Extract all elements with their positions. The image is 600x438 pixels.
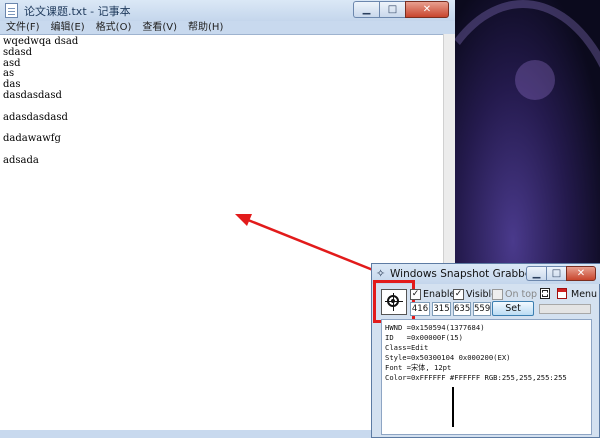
menu-help[interactable]: 帮助(H) xyxy=(183,21,228,34)
notepad-title-bar[interactable]: 论文课题.txt - 记事本 ▁ □ ✕ xyxy=(0,0,455,21)
field-bottom[interactable]: 559 xyxy=(473,302,491,316)
field-right[interactable]: 635 xyxy=(453,302,471,316)
output-line: Style=0x50300104 0x000200(EX) xyxy=(385,353,511,362)
menu-view[interactable]: 查看(V) xyxy=(137,21,182,34)
grabber-maximize-button[interactable]: □ xyxy=(546,266,566,281)
grabber-close-button[interactable]: ✕ xyxy=(566,266,596,281)
menu-window-icon[interactable] xyxy=(557,288,567,299)
annotation-highlight-box xyxy=(373,280,415,323)
output-line: ID =0x00000F(15) xyxy=(385,333,463,342)
grabber-app-icon: ✧ xyxy=(376,267,386,280)
output-line: Color=0xFFFFFF #FFFFFF RGB:255,255,255:2… xyxy=(385,373,567,382)
field-left[interactable]: 416 xyxy=(410,302,430,316)
on-top-checkbox[interactable] xyxy=(492,289,503,300)
opacity-slider[interactable] xyxy=(539,304,591,314)
enable-label: Enable xyxy=(423,289,456,300)
field-top[interactable]: 315 xyxy=(432,302,451,316)
notepad-line: as xyxy=(3,68,15,80)
menu-format[interactable]: 格式(O) xyxy=(91,21,137,34)
menu-edit[interactable]: 编辑(E) xyxy=(46,21,90,34)
wallpaper-glow xyxy=(515,60,555,100)
grabber-minimize-button[interactable]: ▁ xyxy=(526,266,546,281)
notepad-line xyxy=(3,145,443,156)
enable-checkbox[interactable]: ✓ xyxy=(410,289,421,300)
close-button[interactable]: ✕ xyxy=(405,1,449,18)
menu-file[interactable]: 文件(F) xyxy=(1,21,45,34)
notepad-line: wqedwqa dsad xyxy=(3,36,79,47)
capture-icon[interactable] xyxy=(540,288,550,299)
notepad-line: adasdasdasd xyxy=(3,111,68,123)
grabber-caption-buttons: ▁ □ ✕ xyxy=(526,266,596,281)
notepad-line: sdasd xyxy=(3,46,33,58)
window-info-text: HWND =0x150594(1377684) ID =0x00000F(15) C… xyxy=(385,323,591,383)
notepad-menu-bar: 文件(F) 编辑(E) 格式(O) 查看(V) 帮助(H) xyxy=(0,21,455,34)
notepad-line: dadawawfg xyxy=(3,133,61,145)
menu-label[interactable]: Menu xyxy=(571,289,597,300)
notepad-text-content: wqedwqa dsad sdasd asd as das dasdasdasd adas… xyxy=(3,36,443,167)
notepad-title: 论文课题.txt - 记事本 xyxy=(24,5,131,18)
on-top-label: On top xyxy=(505,289,538,300)
minimize-button[interactable]: ▁ xyxy=(353,1,379,18)
notepad-line: asd xyxy=(3,57,21,69)
snapshot-grabber-window: ✧ Windows Snapshot Grabber 16 ▁ □ ✕ ✓ En… xyxy=(371,263,600,438)
set-button[interactable]: Set xyxy=(492,301,534,316)
output-line: HWND =0x150594(1377684) xyxy=(385,323,485,332)
notepad-caption-buttons: ▁ □ ✕ xyxy=(353,1,449,18)
maximize-button[interactable]: □ xyxy=(379,1,405,18)
notepad-line: das xyxy=(3,79,21,91)
text-caret xyxy=(452,387,454,427)
visible-checkbox[interactable]: ✓ xyxy=(453,289,464,300)
notepad-line xyxy=(3,102,443,113)
notepad-line: adsada xyxy=(3,154,39,166)
output-line: Class=Edit xyxy=(385,343,429,352)
output-line: Font =宋体, 12pt xyxy=(385,363,452,372)
notepad-icon xyxy=(5,3,18,18)
grabber-output-panel[interactable]: HWND =0x150594(1377684) ID =0x00000F(15) C… xyxy=(381,319,592,435)
notepad-line: dasdasdasd xyxy=(3,89,62,101)
notepad-line xyxy=(3,123,443,134)
